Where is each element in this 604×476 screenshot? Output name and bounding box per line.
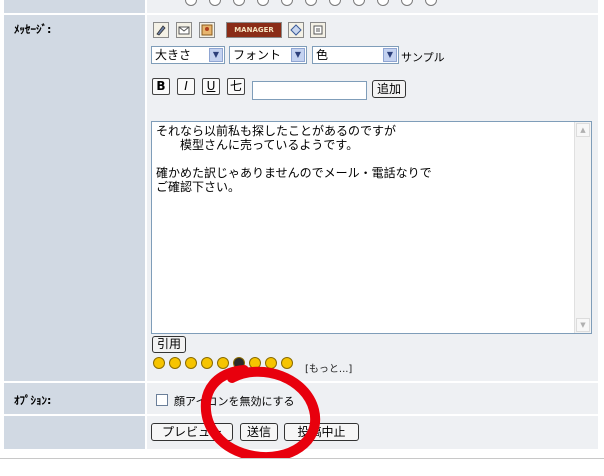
emoticon-confused-icon[interactable]: [217, 357, 229, 369]
size-select[interactable]: 大きさ ▼: [151, 46, 225, 64]
message-textarea[interactable]: それなら以前私も探したことがあるのですが 模型さんに売っているようです。 確かめ…: [151, 121, 592, 334]
manager-icon[interactable]: MANAGER: [226, 22, 282, 38]
add-button[interactable]: 追加: [372, 80, 407, 98]
emoticon-angry-icon[interactable]: [265, 357, 277, 369]
option-row: ｵﾌﾟｼｮﾝ:: [2, 383, 600, 414]
emoticon-cool-icon[interactable]: [233, 357, 245, 369]
message-label: ﾒｯｾｰｼﾞ:: [14, 23, 52, 36]
tag-pen-icon[interactable]: [153, 22, 169, 38]
previous-row-label: [4, 0, 145, 13]
radio-option[interactable]: [305, 0, 317, 6]
color-select-value: 色: [316, 48, 329, 62]
chevron-down-icon: ▼: [209, 48, 223, 62]
textarea-scrollbar[interactable]: ▲ ▼: [574, 122, 591, 333]
email-icon[interactable]: [176, 22, 192, 38]
font-select[interactable]: フォント ▼: [229, 46, 307, 64]
radio-option[interactable]: [257, 0, 269, 6]
emoticon-grin-icon[interactable]: [153, 357, 165, 369]
underline-button[interactable]: U: [202, 78, 220, 95]
buttons-label-cell: [4, 416, 145, 449]
strike-button[interactable]: 七: [227, 78, 245, 95]
emoticon-more-link[interactable]: [もっと...]: [305, 360, 352, 375]
italic-button[interactable]: I: [177, 78, 195, 95]
scroll-up-icon[interactable]: ▲: [576, 123, 590, 137]
image-icon[interactable]: [199, 22, 215, 38]
emoticon-smile-icon[interactable]: [169, 357, 181, 369]
radio-option[interactable]: [401, 0, 413, 6]
radio-option[interactable]: [425, 0, 437, 6]
message-label-cell: ﾒｯｾｰｼﾞ:: [4, 15, 145, 381]
option-label: ｵﾌﾟｼｮﾝ:: [14, 394, 52, 407]
previous-row-content: [147, 0, 598, 13]
emoticon-wink-icon[interactable]: [281, 357, 293, 369]
radio-option[interactable]: [209, 0, 221, 6]
emoticon-sad-icon[interactable]: [185, 357, 197, 369]
diamond-link-icon[interactable]: [288, 22, 304, 38]
size-select-value: 大きさ: [155, 48, 192, 62]
quote-button[interactable]: 引用: [152, 336, 187, 353]
emoticon-laugh-icon[interactable]: [249, 357, 261, 369]
tag-input[interactable]: [252, 81, 367, 100]
previous-row: [2, 0, 600, 13]
page-bottom-border: [0, 458, 604, 476]
message-text: それなら以前私も探したことがあるのですが 模型さんに売っているようです。 確かめ…: [156, 124, 432, 194]
option-label-cell: ｵﾌﾟｼｮﾝ:: [4, 383, 145, 414]
disable-face-icon-label: 顔アイコンを無効にする: [174, 395, 295, 408]
scroll-down-icon[interactable]: ▼: [576, 318, 590, 332]
print-icon[interactable]: [310, 22, 326, 38]
color-select[interactable]: 色 ▼: [312, 46, 399, 64]
radio-option[interactable]: [329, 0, 341, 6]
radio-option[interactable]: [233, 0, 245, 6]
bold-button[interactable]: B: [152, 78, 170, 95]
radio-option[interactable]: [353, 0, 365, 6]
preview-button[interactable]: プレビュー: [151, 423, 233, 441]
send-button[interactable]: 送信: [240, 423, 278, 441]
chevron-down-icon: ▼: [383, 48, 397, 62]
emoticon-surprised-icon[interactable]: [201, 357, 213, 369]
disable-face-icon-checkbox[interactable]: [156, 394, 168, 406]
chevron-down-icon: ▼: [291, 48, 305, 62]
radio-option[interactable]: [281, 0, 293, 6]
cancel-post-button[interactable]: 投稿中止: [284, 423, 359, 441]
font-select-value: フォント: [233, 48, 282, 62]
sample-label: サンプル: [401, 51, 445, 64]
radio-option[interactable]: [377, 0, 389, 6]
radio-option[interactable]: [185, 0, 197, 6]
